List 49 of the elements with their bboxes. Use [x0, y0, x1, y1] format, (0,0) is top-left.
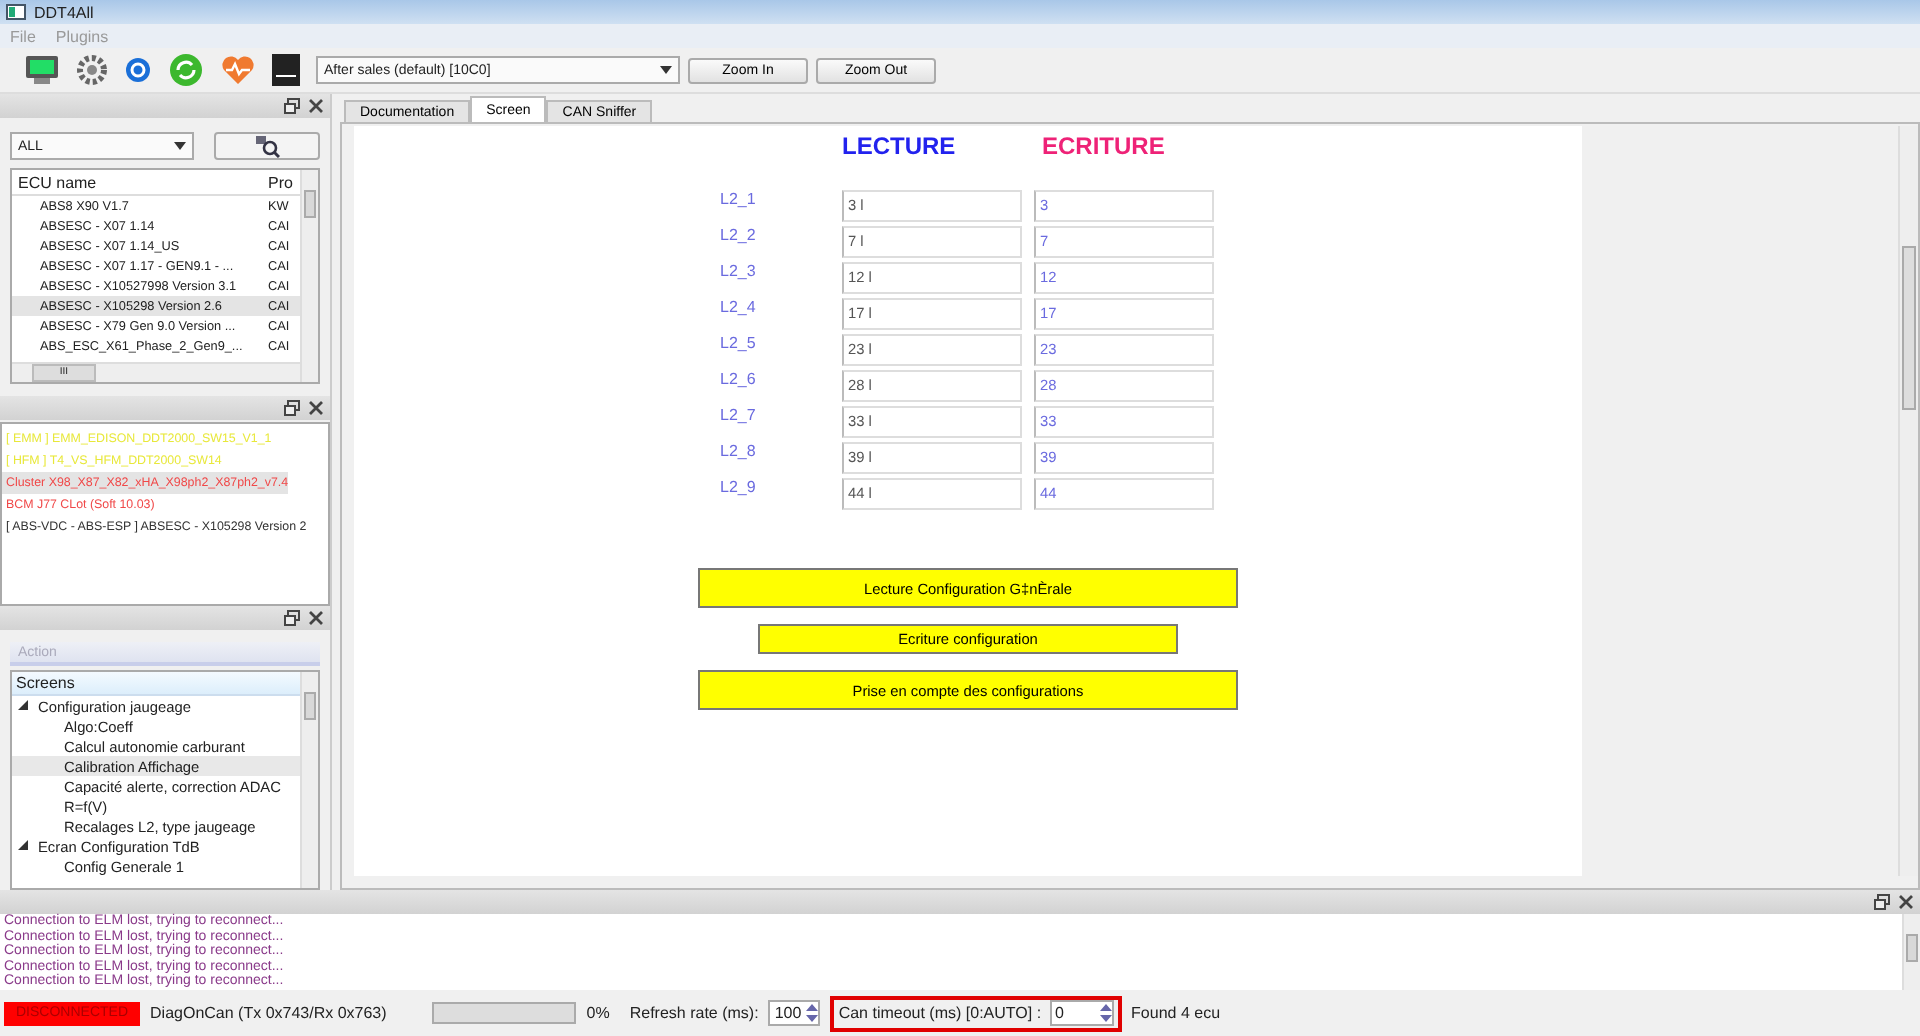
found-count: Found 4 ecu: [1131, 1004, 1221, 1022]
search-button[interactable]: [214, 132, 320, 160]
heart-icon[interactable]: [220, 54, 256, 86]
field-label: L2_5: [720, 334, 758, 356]
field-label: L2_6: [720, 370, 758, 392]
field-label: L2_9: [720, 478, 758, 500]
float-icon[interactable]: [284, 610, 300, 626]
expand-arrow-icon[interactable]: [18, 700, 30, 712]
expand-arrow-icon[interactable]: [18, 840, 30, 852]
dropdown-caret-icon: [174, 142, 187, 150]
scrollbar[interactable]: [300, 170, 318, 382]
field-label: L2_3: [720, 262, 758, 284]
can-timeout-spinbox[interactable]: 0: [1049, 1000, 1114, 1026]
float-icon[interactable]: [1874, 894, 1890, 910]
close-icon[interactable]: [1898, 894, 1914, 910]
field-label: L2_2: [720, 226, 758, 248]
column-heading: ECRITURE: [1040, 132, 1167, 164]
refresh-rate-label: Refresh rate (ms):: [629, 1004, 759, 1022]
dropdown-caret-icon: [660, 66, 672, 74]
column-header[interactable]: ECU name: [12, 173, 268, 191]
field-label: L2_8: [720, 442, 758, 464]
float-icon[interactable]: [284, 98, 300, 114]
field-label: L2_7: [720, 406, 758, 428]
refresh-icon[interactable]: [124, 56, 152, 84]
field-label: L2_4: [720, 298, 758, 320]
window-title: DDT4All: [34, 3, 94, 21]
field-label: L2_1: [720, 190, 758, 212]
search-icon: [255, 135, 280, 157]
sync-icon[interactable]: [168, 52, 204, 88]
protocol-label: DiagOnCan (Tx 0x743/Rx 0x763): [150, 1004, 387, 1022]
progress-reading: 0%: [586, 1004, 610, 1022]
float-icon[interactable]: [284, 400, 300, 416]
close-icon[interactable]: [308, 400, 324, 416]
spin-arrows-icon[interactable]: [806, 1004, 819, 1022]
hex-icon[interactable]: [272, 54, 300, 86]
scrollbar[interactable]: [1902, 914, 1920, 990]
monitor-icon[interactable]: [24, 54, 60, 86]
app-icon: [6, 4, 26, 20]
gear-icon[interactable]: [76, 54, 108, 86]
can-timeout-label: Can timeout (ms) [0:AUTO] :: [838, 1004, 1042, 1022]
close-icon[interactable]: [308, 98, 324, 114]
refresh-rate-spinbox[interactable]: 100: [768, 1000, 821, 1026]
scrollbar[interactable]: [1898, 126, 1918, 876]
column-header[interactable]: Pro: [268, 173, 300, 191]
column-heading: LECTURE: [842, 132, 958, 164]
column-header[interactable]: Screens: [12, 672, 300, 696]
scrollbar[interactable]: [300, 672, 318, 888]
close-icon[interactable]: [308, 610, 324, 626]
spin-arrows-icon[interactable]: [1099, 1004, 1112, 1022]
